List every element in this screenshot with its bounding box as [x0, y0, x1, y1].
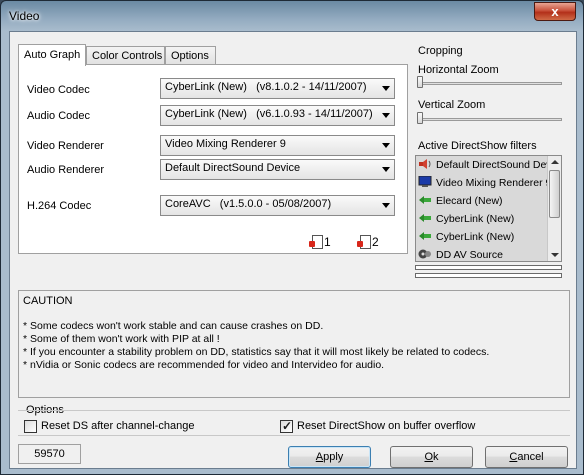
caution-line: * nVidia or Sonic codecs are recommended…: [23, 359, 385, 371]
video-renderer-label: Video Renderer: [27, 140, 104, 152]
reset-ds-checkbox[interactable]: [24, 420, 37, 433]
filter-icon: [418, 230, 432, 242]
scroll-up-icon[interactable]: [551, 160, 559, 164]
video-dialog-window: Video x Auto Graph Color Controls Option…: [0, 0, 584, 475]
slider-thumb[interactable]: [417, 112, 423, 124]
auto-graph-panel: Video Codec CyberLink (New) (v8.1.0.2 - …: [18, 64, 408, 254]
audio-codec-dropdown[interactable]: CyberLink (New) (v6.1.0.93 - 14/11/2007): [160, 105, 395, 126]
chevron-down-icon: [382, 167, 390, 172]
list-item[interactable]: Default DirectSound Device: [418, 156, 548, 174]
caution-panel: CAUTION * Some codecs won't work stable …: [18, 290, 570, 398]
audio-codec-label: Audio Codec: [27, 110, 90, 122]
audio-renderer-label: Audio Renderer: [27, 164, 105, 176]
tab-auto-graph[interactable]: Auto Graph: [18, 44, 86, 66]
list-item[interactable]: Elecard (New): [418, 192, 548, 210]
h264-codec-dropdown[interactable]: CoreAVC (v1.5.0.0 - 05/08/2007): [160, 195, 395, 216]
active-filters-title: Active DirectShow filters: [418, 140, 537, 152]
caution-line: * If you encounter a stability problem o…: [23, 346, 490, 358]
filter-name: Default DirectSound Device: [436, 159, 548, 171]
audio-renderer-value: Default DirectSound Device: [165, 162, 301, 174]
speaker-icon: [418, 158, 432, 170]
filters-scrollbar[interactable]: [547, 156, 561, 261]
filter-name: Video Mixing Renderer 9: [436, 177, 548, 189]
filter-name: CyberLink (New): [436, 213, 515, 225]
video-codec-dropdown[interactable]: CyberLink (New) (v8.1.0.2 - 14/11/2007): [160, 78, 395, 99]
reset-directshow-label[interactable]: Reset DirectShow on buffer overflow: [297, 420, 475, 432]
ok-button[interactable]: Ok: [390, 446, 473, 468]
properties-icon: [357, 235, 371, 249]
filter-icon: [418, 194, 432, 206]
caution-line: * Some codecs won't work stable and can …: [23, 320, 324, 332]
status-field: 59570: [18, 444, 81, 464]
video-codec-value: CyberLink (New) (v8.1.0.2 - 14/11/2007): [165, 81, 367, 93]
chevron-down-icon: [382, 113, 390, 118]
cancel-label-rest: ancel: [517, 451, 544, 463]
reset-ds-label[interactable]: Reset DS after channel-change: [41, 420, 194, 432]
reset-directshow-checkbox[interactable]: [280, 419, 293, 433]
title-bar[interactable]: Video x: [1, 1, 583, 31]
properties-icon: [309, 235, 323, 249]
video-renderer-value: Video Mixing Renderer 9: [165, 138, 286, 150]
list-item[interactable]: Video Mixing Renderer 9: [418, 174, 548, 192]
slider-thumb[interactable]: [417, 76, 423, 88]
list-item[interactable]: CyberLink (New): [418, 210, 548, 228]
slider-track: [418, 118, 562, 121]
chevron-down-icon: [382, 143, 390, 148]
scrollbar-thumb[interactable]: [549, 170, 560, 218]
filter-name: Elecard (New): [436, 195, 503, 207]
properties-button-2[interactable]: 2: [357, 235, 379, 249]
filter-icon: [418, 212, 432, 224]
cancel-button[interactable]: Cancel: [485, 446, 568, 468]
source-icon: [418, 248, 432, 260]
properties-button-1-label: 1: [324, 235, 331, 249]
horizontal-zoom-slider[interactable]: [416, 76, 564, 88]
window-title: Video: [9, 9, 40, 23]
tab-color-controls[interactable]: Color Controls: [86, 46, 165, 65]
monitor-icon: [418, 175, 432, 188]
caution-line: * Some of them won't work with PIP at al…: [23, 333, 220, 345]
ok-label-rest: k: [433, 451, 439, 463]
apply-label-rest: pply: [323, 451, 344, 463]
active-filters-list[interactable]: Default DirectSound Device Video Mixing …: [415, 155, 562, 262]
list-item[interactable]: CyberLink (New): [418, 228, 548, 246]
video-codec-label: Video Codec: [27, 84, 90, 96]
properties-button-2-label: 2: [372, 235, 379, 249]
level-bar-2: [415, 273, 562, 278]
chevron-down-icon: [382, 203, 390, 208]
vertical-zoom-label: Vertical Zoom: [418, 99, 486, 111]
cropping-title: Cropping: [418, 45, 463, 57]
chevron-down-icon: [382, 86, 390, 91]
video-renderer-dropdown[interactable]: Video Mixing Renderer 9: [160, 135, 395, 156]
scroll-down-icon[interactable]: [551, 253, 559, 257]
tab-options[interactable]: Options: [165, 46, 216, 65]
close-button[interactable]: x: [534, 2, 576, 21]
h264-codec-label: H.264 Codec: [27, 200, 92, 212]
audio-renderer-dropdown[interactable]: Default DirectSound Device: [160, 159, 395, 180]
level-bar-1: [415, 265, 562, 270]
horizontal-zoom-label: Horizontal Zoom: [418, 64, 499, 76]
h264-codec-value: CoreAVC (v1.5.0.0 - 05/08/2007): [165, 198, 332, 210]
ok-mnemonic: O: [424, 451, 434, 463]
list-item[interactable]: DD AV Source: [418, 246, 548, 261]
apply-mnemonic: A: [315, 451, 324, 463]
dialog-client-area: Auto Graph Color Controls Options Video …: [9, 31, 577, 469]
filter-name: DD AV Source: [436, 249, 503, 261]
apply-button[interactable]: Apply: [288, 446, 371, 468]
properties-button-1[interactable]: 1: [309, 235, 331, 249]
audio-codec-value: CyberLink (New) (v6.1.0.93 - 14/11/2007): [165, 108, 373, 120]
filter-name: CyberLink (New): [436, 231, 515, 243]
vertical-zoom-slider[interactable]: [416, 112, 564, 124]
caution-title: CAUTION: [23, 295, 73, 307]
slider-track: [418, 82, 562, 85]
